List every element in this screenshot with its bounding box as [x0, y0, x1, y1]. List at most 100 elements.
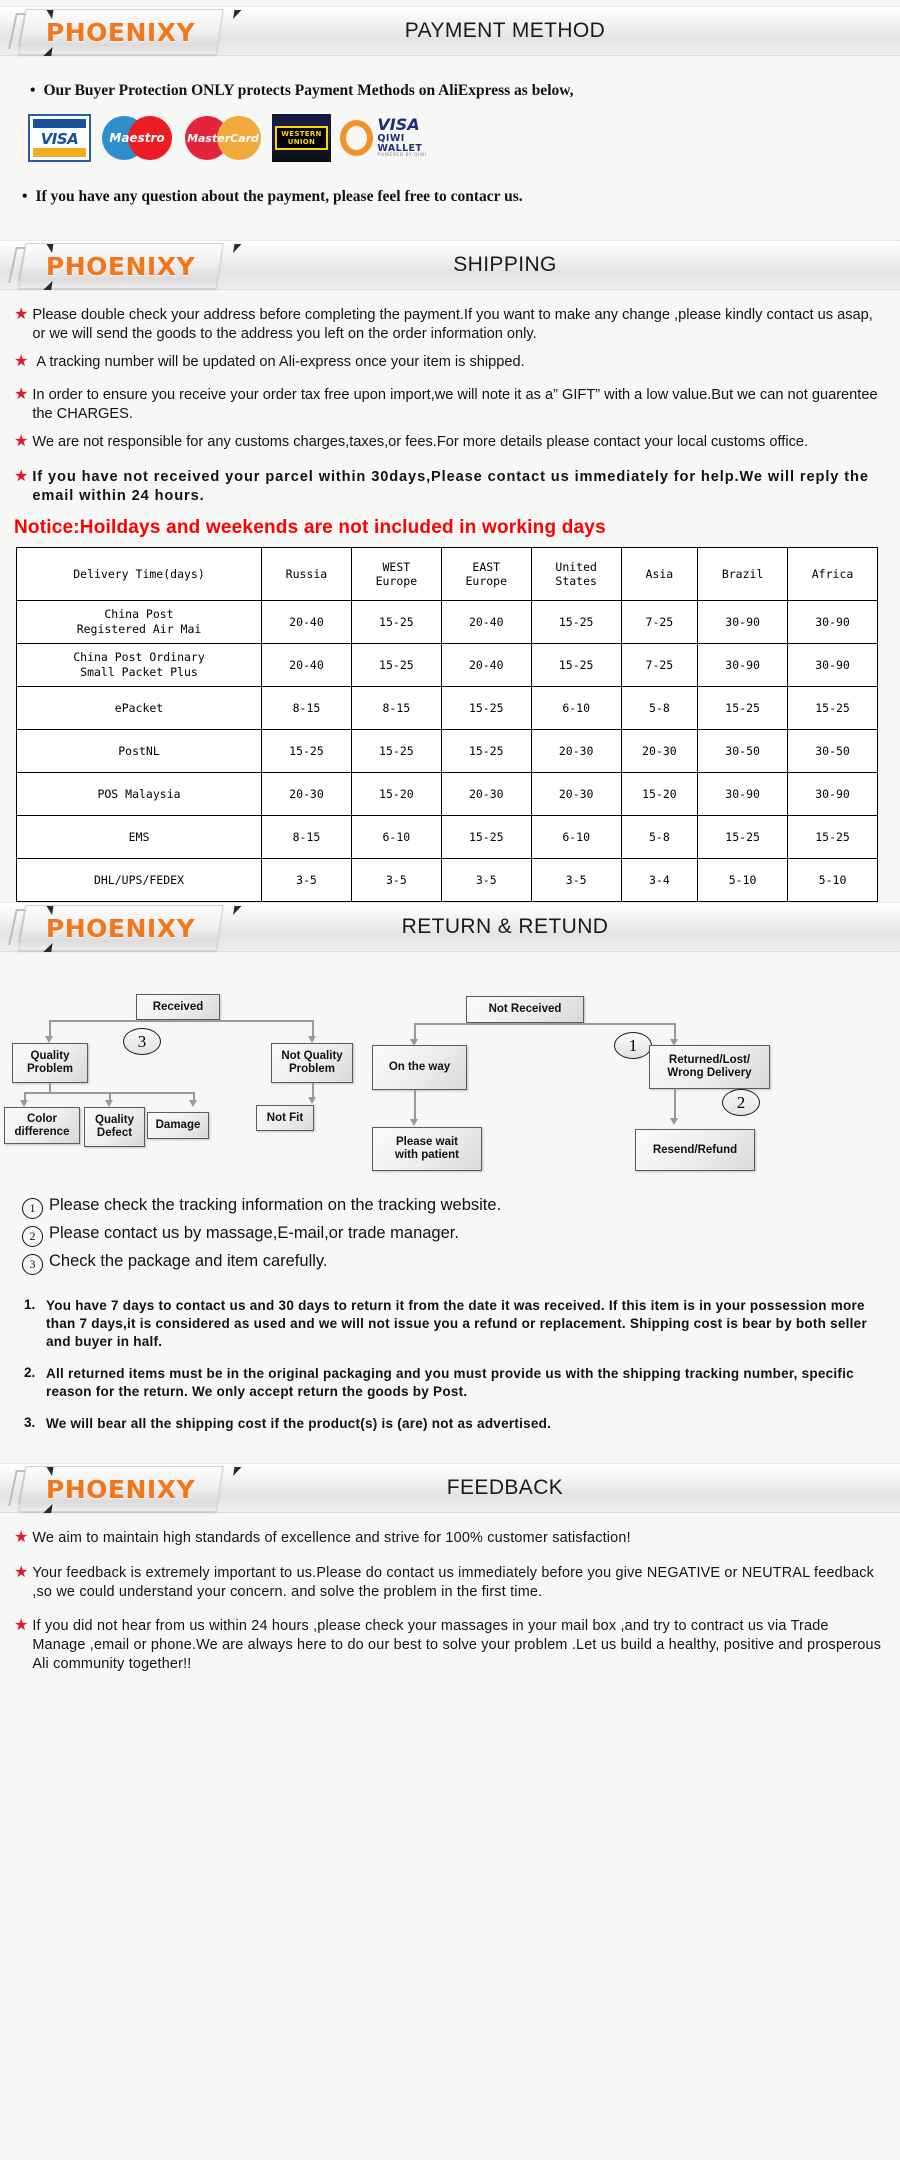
return-term-text: You have 7 days to contact us and 30 day… [46, 1298, 867, 1350]
circled-notes-list: 1 Please check the tracking information … [22, 1196, 900, 1276]
table-cell: 20-30 [620, 729, 699, 774]
flow-arrow-icon [20, 1100, 28, 1108]
return-terms-list: 1. You have 7 days to contact us and 30 … [24, 1297, 880, 1433]
table-cell: 20-40 [261, 600, 352, 645]
qiwi-visa-text: VISA [377, 115, 420, 135]
star-icon: ★ [14, 1529, 29, 1547]
table-cell: 7-25 [620, 600, 699, 645]
section-banner-payment: PHOENIXY PAYMENT METHOD [0, 6, 900, 56]
brand-plate-return: PHOENIXY [18, 905, 242, 953]
flow-node-not-received: Not Received [466, 996, 584, 1024]
qiwi-powered-text: POWERED BY QIWI [377, 152, 427, 158]
flow-connector [414, 1023, 675, 1025]
circled-note-text: Please contact us by massage,E-mail,or t… [49, 1224, 459, 1243]
plate-tick-icon [43, 943, 53, 953]
table-row: China Post Ordinary Small Packet Plus 20… [16, 643, 878, 688]
qiwi-text-block: VISA QIWI WALLET POWERED BY QIWI [377, 115, 445, 159]
western-union-logo: WESTERN UNION [272, 114, 331, 162]
table-cell: 8-15 [350, 686, 442, 731]
brand-logo-text: PHOENIXY [46, 1474, 196, 1504]
star-icon: ★ [14, 386, 29, 404]
table-cell: 15-25 [440, 729, 532, 774]
payment-bullet-2: • If you have any question about the paym… [22, 188, 900, 206]
table-cell-method: DHL/UPS/FEDEX [16, 858, 262, 903]
table-cell: 15-20 [350, 772, 442, 817]
payment-bullet-1-text: Our Buyer Protection ONLY protects Payme… [43, 82, 574, 99]
flow-node-received: Received [136, 994, 220, 1021]
return-term-text: We will bear all the shipping cost if th… [46, 1416, 552, 1432]
table-cell-method: POS Malaysia [16, 772, 262, 817]
table-cell: 3-5 [530, 858, 622, 903]
table-cell: 20-30 [530, 729, 622, 774]
flow-arrow-icon [308, 1097, 316, 1105]
flow-connector [49, 1020, 313, 1022]
table-cell: 30-90 [787, 772, 878, 817]
delivery-time-table: Delivery Time(days) Russia WEST Europe E… [16, 547, 878, 903]
feedback-bullet-text: If you did not hear from us within 24 ho… [32, 1618, 882, 1672]
table-row: China Post Registered Air Mai 20-40 15-2… [16, 600, 878, 645]
shipping-bullet-text: If you have not received your parcel wit… [32, 469, 869, 504]
western-union-line1: WESTERN [281, 130, 322, 138]
table-cell-method: EMS [16, 815, 262, 860]
table-cell: 20-30 [530, 772, 622, 817]
table-cell: 6-10 [350, 815, 442, 860]
table-col-header: Asia [620, 547, 699, 602]
feedback-body: ★ We aim to maintain high standards of e… [0, 1513, 900, 1713]
visa-top-bar [33, 119, 86, 128]
brand-logo-text: PHOENIXY [46, 17, 196, 47]
table-col-header: WEST Europe [350, 547, 442, 602]
star-icon: ★ [14, 353, 29, 371]
table-head: Delivery Time(days) Russia WEST Europe E… [16, 547, 878, 602]
table-cell: 15-25 [530, 600, 622, 645]
plate-tick-icon [43, 47, 53, 56]
flow-node-please-wait: Please wait with patient [372, 1127, 482, 1172]
shipping-bullet: ★ A tracking number will be updated on A… [14, 353, 884, 372]
table-cell: 20-30 [261, 772, 352, 817]
flow-badge-3: 3 [123, 1028, 161, 1056]
star-icon: ★ [14, 306, 29, 323]
table-cell: 15-20 [620, 772, 699, 817]
shipping-bullet: ★ We are not responsible for any customs… [14, 433, 884, 452]
flow-node-color-difference: Color difference [4, 1107, 80, 1145]
table-cell: 15-25 [440, 686, 532, 731]
list-item: 1. You have 7 days to contact us and 30 … [24, 1297, 880, 1351]
payment-body: • Our Buyer Protection ONLY protects Paym… [0, 82, 900, 206]
delivery-time-table-wrap: Delivery Time(days) Russia WEST Europe E… [16, 547, 900, 903]
table-cell: 30-90 [697, 772, 789, 817]
table-cell: 6-10 [530, 815, 622, 860]
shipping-bullet: ★ Please double check your address befor… [14, 306, 884, 343]
section-banner-feedback: PHOENIXY FEEDBACK [0, 1463, 900, 1514]
table-cell-method: ePacket [16, 686, 262, 731]
maestro-logo: Maestro [100, 114, 174, 162]
table-cell: 15-25 [697, 815, 789, 860]
list-item: 1 Please check the tracking information … [22, 1196, 900, 1220]
table-cell: 3-5 [350, 858, 442, 903]
table-cell: 5-8 [620, 815, 699, 860]
flow-arrow-icon [670, 1118, 678, 1126]
list-item: 3. We will bear all the shipping cost if… [24, 1415, 880, 1433]
table-row: POS Malaysia 20-30 15-20 20-30 20-30 15-… [16, 772, 878, 817]
bullet-icon: • [22, 188, 28, 205]
table-cell: 30-90 [787, 600, 878, 645]
shipping-body: ★ Please double check your address befor… [0, 290, 900, 505]
qiwi-wallet-text: QIWI WALLET [377, 133, 423, 154]
table-cell: 7-25 [620, 643, 699, 688]
plate-tick-icon [233, 906, 242, 916]
table-col-header: EAST Europe [440, 547, 532, 602]
flow-node-quality-problem: Quality Problem [12, 1043, 88, 1084]
table-row: PostNL 15-25 15-25 15-25 20-30 20-30 30-… [16, 729, 878, 774]
list-item: 2 Please contact us by massage,E-mail,or… [22, 1224, 900, 1248]
table-cell: 30-50 [787, 729, 878, 774]
flow-node-quality-defect: Quality Defect [84, 1107, 145, 1148]
return-term-number: 1. [24, 1297, 36, 1313]
flow-arrow-icon [189, 1100, 197, 1108]
table-cell-method: PostNL [16, 729, 262, 774]
table-col-header: Brazil [697, 547, 789, 602]
table-cell: 15-25 [261, 729, 352, 774]
brand-plate-shipping: PHOENIXY [18, 243, 242, 290]
return-term-text: All returned items must be in the origin… [46, 1366, 854, 1400]
list-item: 2. All returned items must be in the ori… [24, 1365, 880, 1401]
table-cell-method: China Post Registered Air Mai [16, 600, 262, 645]
mastercard-logo: MasterCard [183, 114, 263, 162]
circle-number-1: 1 [22, 1198, 43, 1220]
